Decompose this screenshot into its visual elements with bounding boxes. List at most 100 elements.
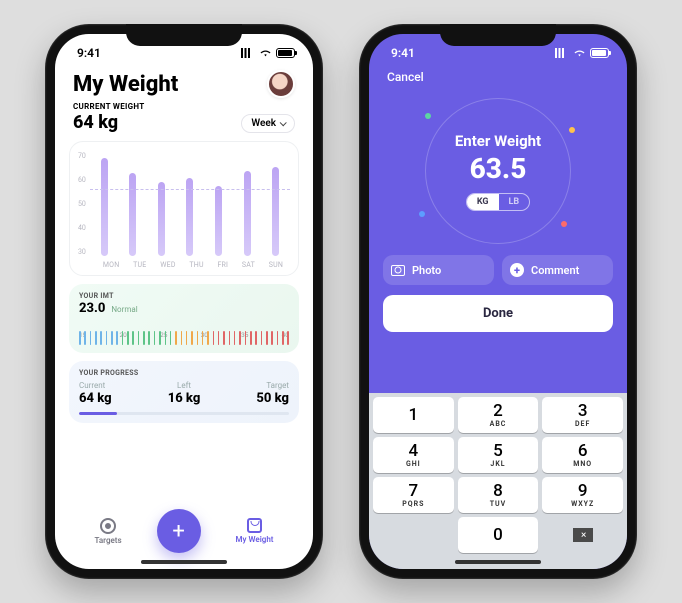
- wifi-icon: [573, 48, 586, 58]
- ruler-tick: [165, 331, 167, 345]
- battery-icon: [590, 48, 609, 58]
- page-title: My Weight: [73, 72, 178, 97]
- ruler-tick: [175, 331, 177, 345]
- avatar[interactable]: [267, 70, 295, 98]
- keypad-3[interactable]: 3DEF: [542, 397, 623, 433]
- ruler-tick: [159, 331, 161, 345]
- ruler-tick: [181, 331, 183, 345]
- period-selector[interactable]: Week: [241, 114, 295, 133]
- keypad-2[interactable]: 2ABC: [458, 397, 539, 433]
- ruler-tick: [127, 331, 129, 345]
- key-number: 5: [493, 443, 503, 460]
- chart-y-axis: 7060504030: [78, 150, 90, 258]
- ruler-tick: [148, 331, 150, 345]
- screen-my-weight: 9:41 My Weight CURRENT WEIGHT 64 kg Week: [55, 34, 313, 569]
- ruler-tick: [191, 331, 193, 345]
- key-letters: TUV: [490, 500, 507, 508]
- status-time: 9:41: [391, 46, 415, 60]
- x-tick: MON: [103, 261, 120, 269]
- keypad-0[interactable]: 0: [458, 517, 539, 553]
- progress-label: YOUR PROGRESS: [79, 369, 289, 377]
- imt-ruler: 152025303540: [79, 331, 289, 345]
- chart-bar: [101, 158, 108, 256]
- keypad-5[interactable]: 5JKL: [458, 437, 539, 473]
- period-label: Week: [251, 118, 276, 129]
- status-time: 9:41: [77, 46, 101, 60]
- keypad-4[interactable]: 4GHI: [373, 437, 454, 473]
- comment-button[interactable]: + Comment: [502, 255, 613, 285]
- battery-icon: [276, 48, 295, 58]
- keypad-1[interactable]: 1: [373, 397, 454, 433]
- progress-card: YOUR PROGRESS Current 64 kg Left 16 kg T…: [69, 361, 299, 423]
- ruler-tick: [245, 331, 247, 345]
- current-weight-label: CURRENT WEIGHT: [73, 102, 145, 111]
- key-letters: GHI: [406, 460, 421, 468]
- add-button[interactable]: +: [157, 509, 201, 553]
- keypad-delete[interactable]: ×: [542, 517, 623, 553]
- progress-target-label: Target: [256, 381, 289, 390]
- numeric-keypad: 12ABC3DEF4GHI5JKL6MNO7PQRS8TUV9WXYZ0×: [369, 393, 627, 569]
- ruler-tick: [186, 331, 188, 345]
- target-icon: [100, 518, 116, 534]
- key-letters: PQRS: [402, 500, 424, 508]
- ruler-tick: [84, 331, 86, 345]
- dot-icon: [419, 211, 425, 217]
- cancel-button[interactable]: Cancel: [387, 70, 424, 84]
- dot-icon: [569, 127, 575, 133]
- weight-input-display: Enter Weight 63.5 KG LB: [369, 87, 627, 255]
- progress-current-label: Current: [79, 381, 112, 390]
- ruler-tick: [106, 331, 108, 345]
- home-indicator[interactable]: [141, 560, 227, 564]
- comment-label: Comment: [531, 264, 579, 277]
- ruler-tick: [255, 331, 257, 345]
- key-number: 7: [408, 483, 418, 500]
- progress-bar: [79, 412, 289, 415]
- chart-reference-line: [90, 189, 290, 190]
- key-number: 3: [578, 403, 588, 420]
- chevron-down-icon: [280, 119, 287, 126]
- ruler-tick: [90, 331, 92, 345]
- ruler-tick: [287, 331, 289, 345]
- key-number: 1: [408, 407, 418, 424]
- ruler-tick: [250, 331, 252, 345]
- current-weight-value: 64 kg: [73, 112, 145, 133]
- keypad-7[interactable]: 7PQRS: [373, 477, 454, 513]
- key-number: 6: [578, 443, 588, 460]
- keypad-8[interactable]: 8TUV: [458, 477, 539, 513]
- y-tick: 70: [78, 152, 86, 160]
- imt-value: 23.0: [79, 301, 105, 316]
- ruler-tick: [122, 331, 124, 345]
- chart-x-axis: MONTUEWEDTHUFRISATSUN: [96, 261, 290, 269]
- key-letters: JKL: [490, 460, 505, 468]
- y-tick: 40: [78, 224, 86, 232]
- wifi-icon: [259, 48, 272, 58]
- keypad-6[interactable]: 6MNO: [542, 437, 623, 473]
- done-button[interactable]: Done: [383, 295, 613, 332]
- ruler-tick: [202, 331, 204, 345]
- ruler-tick: [213, 331, 215, 345]
- key-letters: MNO: [573, 460, 592, 468]
- phone-right: 9:41 Cancel Enter Weight 63.5 KG LB: [359, 24, 637, 579]
- x-tick: WED: [160, 261, 175, 269]
- keypad-9[interactable]: 9WXYZ: [542, 477, 623, 513]
- photo-button[interactable]: Photo: [383, 255, 494, 285]
- ruler-tick: [277, 331, 279, 345]
- key-letters: WXYZ: [571, 500, 594, 508]
- key-number: 9: [578, 483, 588, 500]
- ruler-tick: [234, 331, 236, 345]
- ruler-tick: [79, 331, 81, 345]
- key-number: 0: [493, 527, 503, 544]
- imt-status: Normal: [111, 305, 137, 314]
- ruler-tick: [271, 331, 273, 345]
- ruler-tick: [170, 331, 172, 345]
- home-indicator[interactable]: [455, 560, 541, 564]
- ruler-tick: [229, 331, 231, 345]
- nav-my-weight[interactable]: My Weight: [236, 518, 274, 544]
- nav-my-weight-label: My Weight: [236, 535, 274, 544]
- dot-icon: [561, 221, 567, 227]
- camera-icon: [391, 265, 405, 276]
- chart-bar: [215, 186, 222, 256]
- chart-bar: [158, 182, 165, 256]
- nav-targets[interactable]: Targets: [94, 518, 121, 545]
- nav-targets-label: Targets: [94, 536, 121, 545]
